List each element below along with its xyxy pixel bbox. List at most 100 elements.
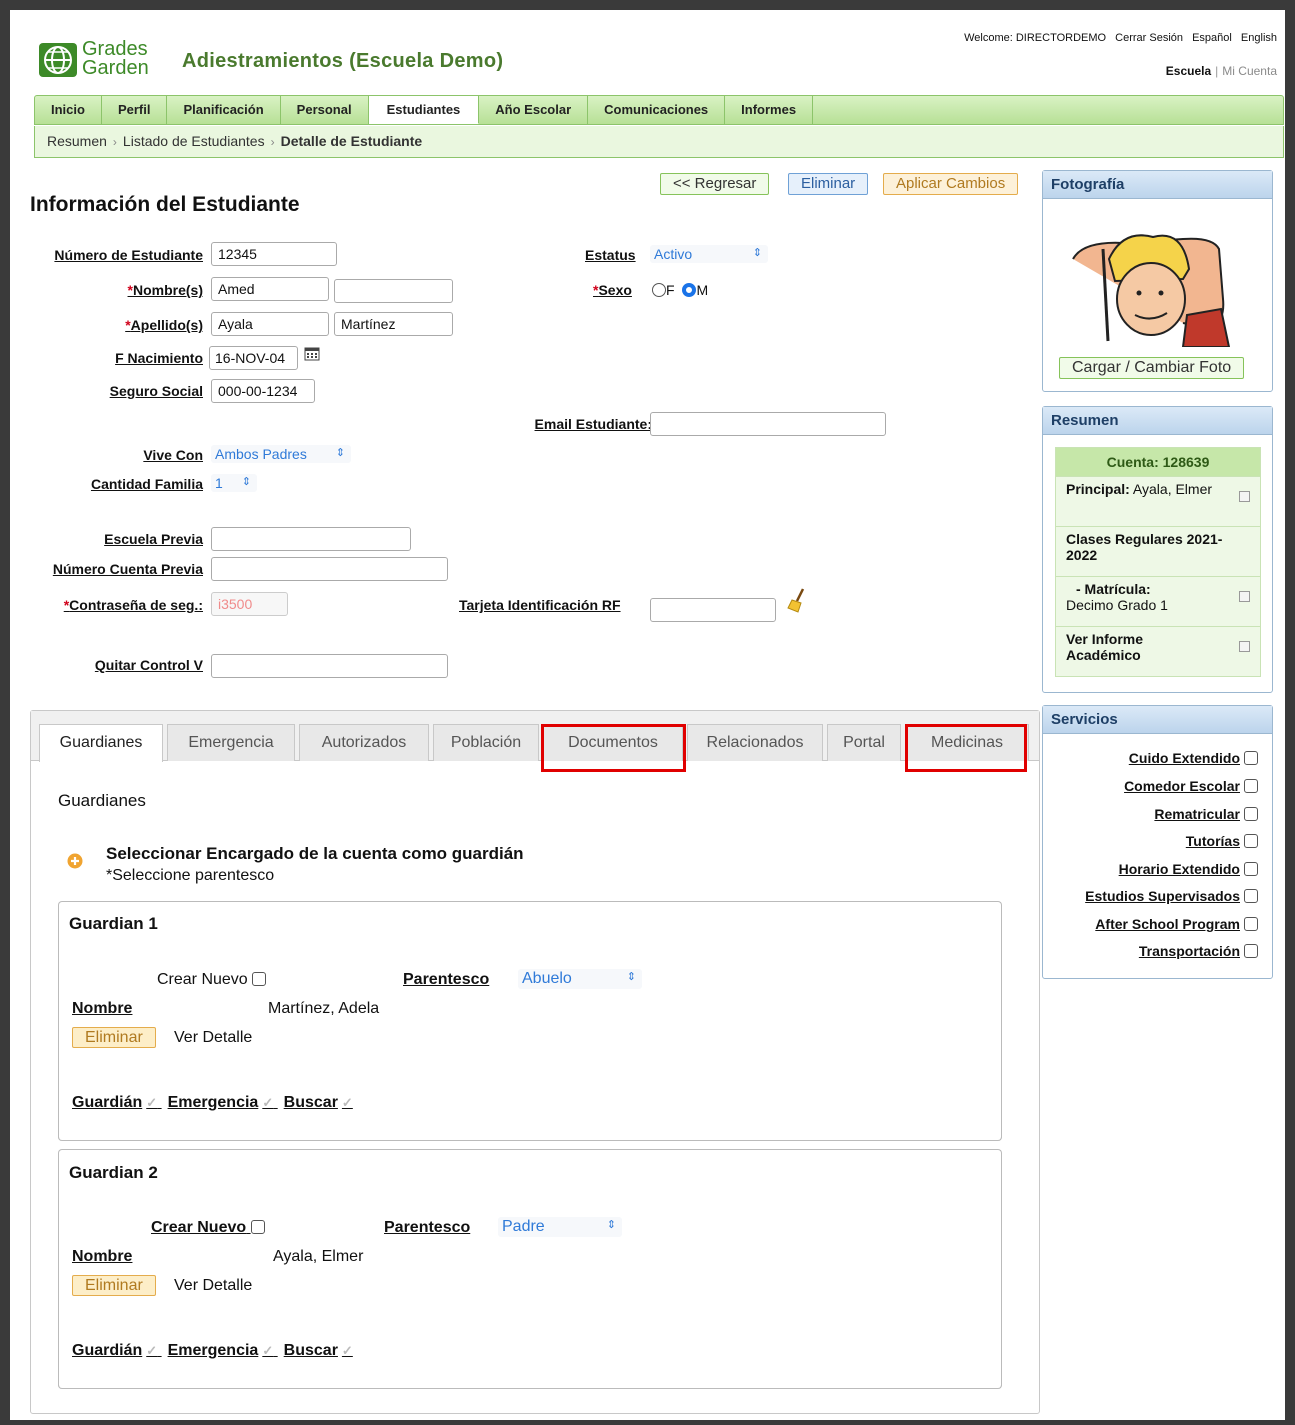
delete-student-button[interactable]: Eliminar — [788, 173, 869, 195]
summary-panel: Resumen Cuenta: 128639 Principal: Ayala,… — [1042, 406, 1273, 693]
enrollment-row[interactable]: - Matrícula: Decimo Grado 1 — [1056, 576, 1260, 626]
student-tabs-panel: Guardianes Emergencia Autorizados Poblac… — [30, 710, 1040, 1414]
service-comedor[interactable]: Comedor Escolar — [1124, 778, 1258, 794]
lives-with-label: Vive Con — [143, 447, 203, 463]
academic-report-row[interactable]: Ver Informe Académico — [1056, 626, 1260, 676]
chevron-right-icon: › — [112, 135, 117, 149]
nav-estudiantes[interactable]: Estudiantes — [368, 96, 480, 124]
service-tutorias[interactable]: Tutorías — [1186, 833, 1258, 849]
email-field[interactable] — [650, 412, 886, 436]
family-count-select[interactable]: 1 ⇕ — [211, 474, 257, 492]
tab-autorizados[interactable]: Autorizados — [299, 724, 429, 761]
back-button[interactable]: << Regresar — [660, 173, 770, 195]
guardian-1-title: Guardian 1 — [69, 914, 158, 933]
guardian-2-create-new[interactable]: Crear Nuevo — [151, 1219, 265, 1237]
guardian-2-name-label: Nombre — [72, 1248, 133, 1265]
security-field[interactable]: i3500 — [211, 592, 288, 616]
magnifier-icon[interactable] — [1239, 491, 1250, 502]
upload-photo-button[interactable]: Cargar / Cambiar Foto — [1059, 357, 1245, 379]
sex-label: *Sexo — [593, 282, 632, 298]
guardian-2-detail-link[interactable]: Ver Detalle — [174, 1277, 252, 1295]
select-guardian-hint: *Seleccione parentesco — [106, 867, 275, 884]
highlight-documentos — [541, 724, 686, 772]
chevron-updown-icon: ⇕ — [626, 971, 636, 983]
first-name-field[interactable]: Amed — [211, 277, 329, 301]
calendar-icon[interactable] — [304, 346, 320, 361]
principal-row[interactable]: Principal: Ayala, Elmer — [1056, 476, 1260, 526]
grades-garden-logo[interactable]: Grades Garden — [38, 39, 166, 82]
guardian-1-create-new[interactable]: Crear Nuevo — [157, 971, 267, 989]
guardian-2-delete-button[interactable]: Eliminar — [72, 1275, 156, 1296]
crumb-listado[interactable]: Listado de Estudiantes — [123, 133, 265, 149]
service-horario[interactable]: Horario Extendido — [1119, 861, 1258, 877]
tab-guardianes[interactable]: Guardianes — [39, 724, 163, 762]
security-label: *Contraseña de seg.: — [63, 597, 203, 613]
apply-changes-button[interactable]: Aplicar Cambios — [883, 173, 1019, 195]
prev-school-field[interactable] — [211, 527, 411, 551]
lang-es-link[interactable]: Español — [1192, 32, 1232, 44]
check-icon: ✓ — [341, 1095, 353, 1110]
services-panel: Servicios Cuido Extendido Comedor Escola… — [1042, 705, 1273, 979]
last-name1-field[interactable]: Ayala — [211, 312, 329, 336]
student-photo — [1072, 234, 1231, 347]
guardian-1-delete-button[interactable]: Eliminar — [72, 1027, 156, 1048]
sex-f-radio[interactable] — [652, 283, 666, 297]
escuela-link[interactable]: Escuela — [1166, 64, 1211, 78]
tab-relacionados[interactable]: Relacionados — [687, 724, 823, 761]
rfid-field[interactable] — [650, 598, 776, 622]
guardian-1-relation-select[interactable]: Abuelo ⇕ — [518, 969, 642, 989]
last-name2-field[interactable]: Martínez — [334, 312, 453, 336]
service-checkbox — [1244, 834, 1258, 848]
crumb-resumen[interactable]: Resumen — [47, 133, 107, 149]
create-new-checkbox — [250, 1220, 265, 1234]
nav-planificacion[interactable]: Planificación — [167, 96, 281, 124]
sex-m-label: M — [696, 282, 709, 298]
nav-informes[interactable]: Informes — [725, 96, 814, 124]
service-transportacion[interactable]: Transportación — [1139, 943, 1258, 959]
nav-personal[interactable]: Personal — [281, 96, 369, 124]
classes-row: Clases Regulares 2021-2022 — [1056, 526, 1260, 576]
family-count-label: Cantidad Familia — [90, 476, 203, 492]
add-circle-icon[interactable] — [67, 853, 83, 869]
nav-ano-escolar[interactable]: Año Escolar — [479, 96, 589, 124]
sex-m-radio[interactable] — [682, 283, 697, 297]
service-rematricular[interactable]: Rematricular — [1154, 806, 1258, 822]
chevron-updown-icon: ⇕ — [752, 247, 762, 259]
magnifier-icon[interactable] — [1239, 641, 1250, 652]
prev-school-label: Escuela Previa — [104, 531, 203, 547]
logout-link[interactable]: Cerrar Sesión — [1115, 32, 1183, 44]
magnifier-icon[interactable] — [1239, 591, 1250, 602]
check-icon: ✓ — [341, 1343, 353, 1358]
nav-perfil[interactable]: Perfil — [102, 96, 168, 124]
service-checkbox — [1244, 889, 1258, 903]
tab-emergencia[interactable]: Emergencia — [167, 724, 295, 761]
service-after-school[interactable]: After School Program — [1095, 916, 1258, 932]
broom-icon[interactable] — [786, 587, 808, 613]
status-select[interactable]: Activo ⇕ — [650, 245, 768, 263]
tab-poblacion[interactable]: Población — [433, 724, 539, 761]
service-cuido[interactable]: Cuido Extendido — [1129, 750, 1258, 766]
guardian-1-detail-link[interactable]: Ver Detalle — [174, 1029, 252, 1047]
guardian-2-relation-select[interactable]: Padre ⇕ — [498, 1217, 622, 1237]
nav-inicio[interactable]: Inicio — [35, 96, 102, 124]
sex-options: F M — [652, 282, 708, 298]
check-icon: ✓ — [146, 1343, 158, 1358]
lives-with-select[interactable]: Ambos Padres ⇕ — [211, 445, 351, 463]
tab-portal[interactable]: Portal — [827, 724, 901, 761]
mi-cuenta-link[interactable]: Mi Cuenta — [1222, 64, 1277, 78]
prev-account-field[interactable] — [211, 557, 448, 581]
nav-comunicaciones[interactable]: Comunicaciones — [588, 96, 726, 124]
lang-en-link[interactable]: English — [1241, 32, 1277, 44]
birth-field[interactable]: 16-NOV-04 — [209, 346, 298, 370]
select-guardian-title[interactable]: Seleccionar Encargado de la cuenta como … — [106, 844, 524, 864]
photo-panel-title: Fotografía — [1043, 171, 1272, 199]
guardian-1-name: Martínez, Adela — [268, 1000, 380, 1017]
student-number-field[interactable]: 12345 — [211, 242, 337, 266]
context-switch: Escuela | Mi Cuenta — [1165, 64, 1277, 78]
remove-v-field[interactable] — [211, 654, 448, 678]
middle-name-field[interactable] — [334, 279, 453, 303]
check-icon: ✓ — [146, 1095, 158, 1110]
tab-bar: Guardianes Emergencia Autorizados Poblac… — [31, 711, 1039, 762]
ssn-field[interactable]: 000-00-1234 — [211, 379, 315, 403]
service-estudios[interactable]: Estudios Supervisados — [1085, 888, 1258, 904]
